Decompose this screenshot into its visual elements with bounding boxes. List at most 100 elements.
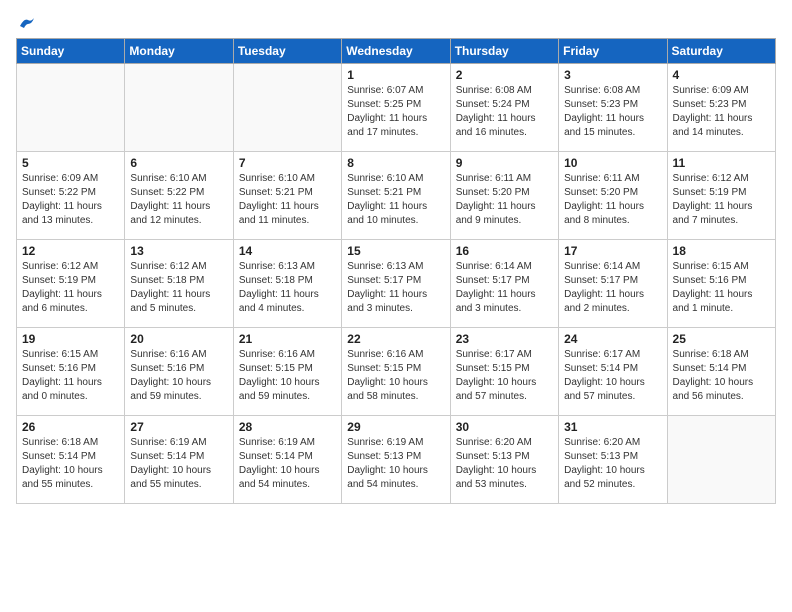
day-number: 28 xyxy=(239,420,336,434)
day-number: 11 xyxy=(673,156,770,170)
calendar-cell: 24 Sunrise: 6:17 AM Sunset: 5:14 PM Dayli… xyxy=(559,328,667,416)
calendar-cell: 31Sunrise: 6:20 AM Sunset: 5:13 PM Dayli… xyxy=(559,416,667,504)
calendar-cell: 5 Sunrise: 6:09 AM Sunset: 5:22 PM Daylig… xyxy=(17,152,125,240)
day-number: 4 xyxy=(673,68,770,82)
day-info: Sunrise: 6:12 AM Sunset: 5:19 PM Dayligh… xyxy=(22,260,119,316)
day-info: Sunrise: 6:10 AM Sunset: 5:22 PM Dayligh… xyxy=(130,172,227,228)
day-number: 6 xyxy=(130,156,227,170)
logo xyxy=(16,16,36,30)
calendar-table: SundayMondayTuesdayWednesdayThursdayFrid… xyxy=(16,38,776,504)
day-number: 2 xyxy=(456,68,553,82)
day-info: Sunrise: 6:12 AM Sunset: 5:19 PM Dayligh… xyxy=(673,172,770,228)
day-info: Sunrise: 6:19 AM Sunset: 5:14 PM Dayligh… xyxy=(239,436,336,492)
calendar-cell xyxy=(667,416,775,504)
day-info: Sunrise: 6:17 AM Sunset: 5:14 PM Dayligh… xyxy=(564,348,661,404)
calendar-week-row: 5 Sunrise: 6:09 AM Sunset: 5:22 PM Daylig… xyxy=(17,152,776,240)
calendar-header-row: SundayMondayTuesdayWednesdayThursdayFrid… xyxy=(17,39,776,64)
calendar-cell: 11 Sunrise: 6:12 AM Sunset: 5:19 PM Dayli… xyxy=(667,152,775,240)
day-info: Sunrise: 6:13 AM Sunset: 5:17 PM Dayligh… xyxy=(347,260,444,316)
day-info: Sunrise: 6:12 AM Sunset: 5:18 PM Dayligh… xyxy=(130,260,227,316)
day-number: 18 xyxy=(673,244,770,258)
calendar-cell: 14 Sunrise: 6:13 AM Sunset: 5:18 PM Dayli… xyxy=(233,240,341,328)
calendar-cell: 30 Sunrise: 6:20 AM Sunset: 5:13 PM Dayli… xyxy=(450,416,558,504)
calendar-cell xyxy=(17,64,125,152)
day-info: Sunrise: 6:15 AM Sunset: 5:16 PM Dayligh… xyxy=(22,348,119,404)
day-info: Sunrise: 6:09 AM Sunset: 5:22 PM Dayligh… xyxy=(22,172,119,228)
calendar-cell: 23Sunrise: 6:17 AM Sunset: 5:15 PM Dayli… xyxy=(450,328,558,416)
day-info: Sunrise: 6:16 AM Sunset: 5:15 PM Dayligh… xyxy=(239,348,336,404)
day-number: 24 xyxy=(564,332,661,346)
day-info: Sunrise: 6:17 AM Sunset: 5:15 PM Dayligh… xyxy=(456,348,553,404)
calendar-cell: 6 Sunrise: 6:10 AM Sunset: 5:22 PM Daylig… xyxy=(125,152,233,240)
day-number: 14 xyxy=(239,244,336,258)
calendar-cell: 13 Sunrise: 6:12 AM Sunset: 5:18 PM Dayli… xyxy=(125,240,233,328)
day-number: 5 xyxy=(22,156,119,170)
day-info: Sunrise: 6:18 AM Sunset: 5:14 PM Dayligh… xyxy=(22,436,119,492)
day-info: Sunrise: 6:19 AM Sunset: 5:13 PM Dayligh… xyxy=(347,436,444,492)
calendar-cell: 9Sunrise: 6:11 AM Sunset: 5:20 PM Daylig… xyxy=(450,152,558,240)
calendar-cell: 1Sunrise: 6:07 AM Sunset: 5:25 PM Daylig… xyxy=(342,64,450,152)
day-number: 8 xyxy=(347,156,444,170)
day-info: Sunrise: 6:16 AM Sunset: 5:16 PM Dayligh… xyxy=(130,348,227,404)
calendar-cell: 27 Sunrise: 6:19 AM Sunset: 5:14 PM Dayli… xyxy=(125,416,233,504)
calendar-cell: 25 Sunrise: 6:18 AM Sunset: 5:14 PM Dayli… xyxy=(667,328,775,416)
weekday-header: Sunday xyxy=(17,39,125,64)
weekday-header: Monday xyxy=(125,39,233,64)
day-info: Sunrise: 6:13 AM Sunset: 5:18 PM Dayligh… xyxy=(239,260,336,316)
calendar-cell xyxy=(233,64,341,152)
weekday-header: Saturday xyxy=(667,39,775,64)
logo-bird-icon xyxy=(18,16,36,30)
calendar-cell: 21Sunrise: 6:16 AM Sunset: 5:15 PM Dayli… xyxy=(233,328,341,416)
day-info: Sunrise: 6:20 AM Sunset: 5:13 PM Dayligh… xyxy=(456,436,553,492)
calendar-cell: 26 Sunrise: 6:18 AM Sunset: 5:14 PM Dayli… xyxy=(17,416,125,504)
day-info: Sunrise: 6:10 AM Sunset: 5:21 PM Dayligh… xyxy=(239,172,336,228)
day-number: 31 xyxy=(564,420,661,434)
day-info: Sunrise: 6:19 AM Sunset: 5:14 PM Dayligh… xyxy=(130,436,227,492)
day-info: Sunrise: 6:10 AM Sunset: 5:21 PM Dayligh… xyxy=(347,172,444,228)
calendar-cell: 3 Sunrise: 6:08 AM Sunset: 5:23 PM Daylig… xyxy=(559,64,667,152)
page-header xyxy=(16,16,776,30)
day-number: 10 xyxy=(564,156,661,170)
calendar-cell: 12 Sunrise: 6:12 AM Sunset: 5:19 PM Dayli… xyxy=(17,240,125,328)
day-number: 7 xyxy=(239,156,336,170)
weekday-header: Thursday xyxy=(450,39,558,64)
day-number: 3 xyxy=(564,68,661,82)
weekday-header: Tuesday xyxy=(233,39,341,64)
calendar-cell: 18 Sunrise: 6:15 AM Sunset: 5:16 PM Dayli… xyxy=(667,240,775,328)
day-info: Sunrise: 6:14 AM Sunset: 5:17 PM Dayligh… xyxy=(564,260,661,316)
day-info: Sunrise: 6:08 AM Sunset: 5:23 PM Dayligh… xyxy=(564,84,661,140)
day-number: 30 xyxy=(456,420,553,434)
day-number: 1 xyxy=(347,68,444,82)
day-number: 27 xyxy=(130,420,227,434)
day-number: 13 xyxy=(130,244,227,258)
calendar-cell: 22Sunrise: 6:16 AM Sunset: 5:15 PM Dayli… xyxy=(342,328,450,416)
calendar-cell: 16Sunrise: 6:14 AM Sunset: 5:17 PM Dayli… xyxy=(450,240,558,328)
day-number: 29 xyxy=(347,420,444,434)
day-info: Sunrise: 6:11 AM Sunset: 5:20 PM Dayligh… xyxy=(564,172,661,228)
calendar-cell: 4 Sunrise: 6:09 AM Sunset: 5:23 PM Daylig… xyxy=(667,64,775,152)
day-number: 26 xyxy=(22,420,119,434)
day-info: Sunrise: 6:15 AM Sunset: 5:16 PM Dayligh… xyxy=(673,260,770,316)
weekday-header: Wednesday xyxy=(342,39,450,64)
calendar-cell xyxy=(125,64,233,152)
day-info: Sunrise: 6:08 AM Sunset: 5:24 PM Dayligh… xyxy=(456,84,553,140)
day-info: Sunrise: 6:16 AM Sunset: 5:15 PM Dayligh… xyxy=(347,348,444,404)
calendar-cell: 29 Sunrise: 6:19 AM Sunset: 5:13 PM Dayli… xyxy=(342,416,450,504)
calendar-week-row: 1Sunrise: 6:07 AM Sunset: 5:25 PM Daylig… xyxy=(17,64,776,152)
day-number: 19 xyxy=(22,332,119,346)
day-number: 20 xyxy=(130,332,227,346)
day-info: Sunrise: 6:09 AM Sunset: 5:23 PM Dayligh… xyxy=(673,84,770,140)
calendar-cell: 2 Sunrise: 6:08 AM Sunset: 5:24 PM Daylig… xyxy=(450,64,558,152)
day-number: 12 xyxy=(22,244,119,258)
day-number: 17 xyxy=(564,244,661,258)
calendar-cell: 7 Sunrise: 6:10 AM Sunset: 5:21 PM Daylig… xyxy=(233,152,341,240)
day-info: Sunrise: 6:11 AM Sunset: 5:20 PM Dayligh… xyxy=(456,172,553,228)
calendar-cell: 17 Sunrise: 6:14 AM Sunset: 5:17 PM Dayli… xyxy=(559,240,667,328)
day-info: Sunrise: 6:18 AM Sunset: 5:14 PM Dayligh… xyxy=(673,348,770,404)
day-number: 16 xyxy=(456,244,553,258)
calendar-cell: 19 Sunrise: 6:15 AM Sunset: 5:16 PM Dayli… xyxy=(17,328,125,416)
day-number: 15 xyxy=(347,244,444,258)
calendar-cell: 15 Sunrise: 6:13 AM Sunset: 5:17 PM Dayli… xyxy=(342,240,450,328)
day-number: 25 xyxy=(673,332,770,346)
calendar-cell: 10 Sunrise: 6:11 AM Sunset: 5:20 PM Dayli… xyxy=(559,152,667,240)
